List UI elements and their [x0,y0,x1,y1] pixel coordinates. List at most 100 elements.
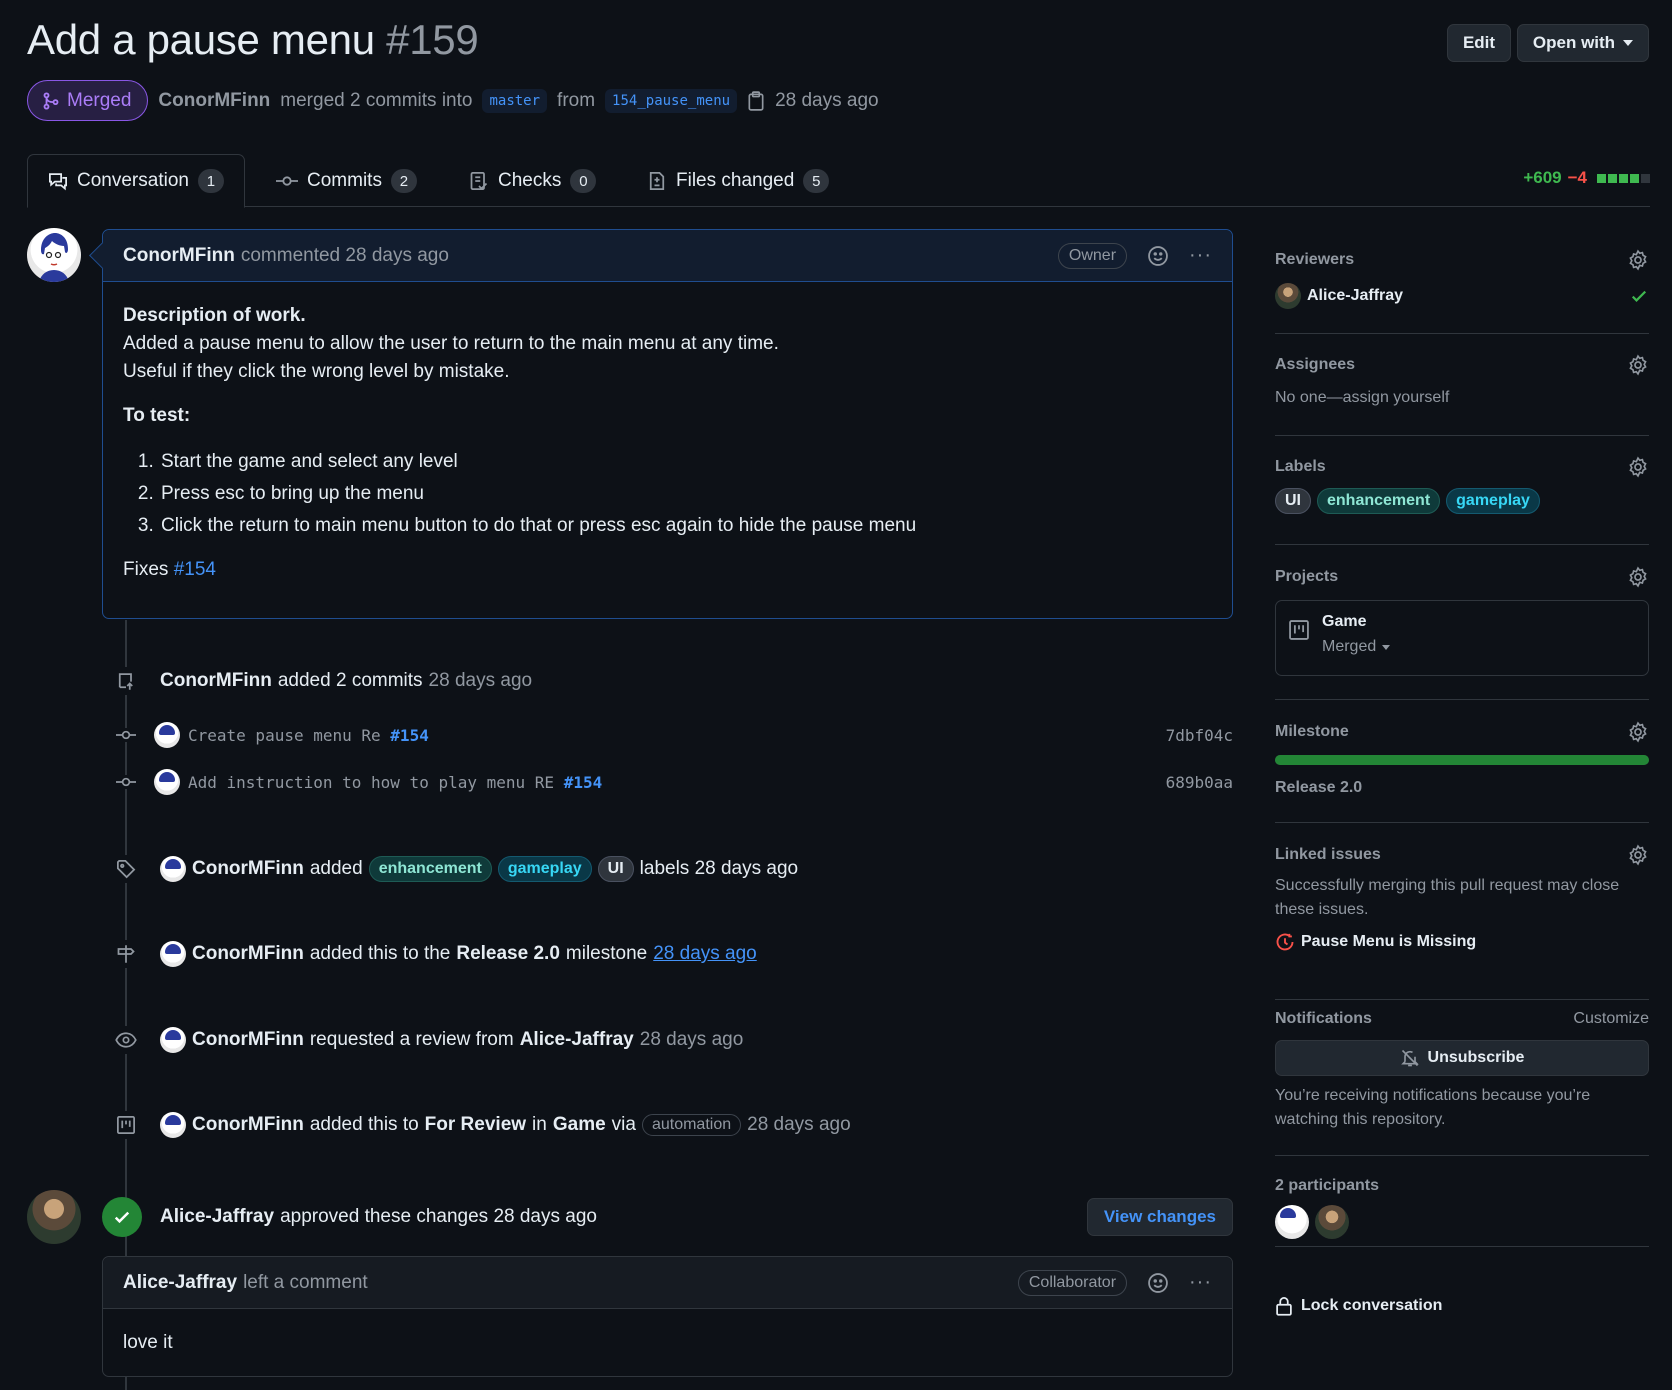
assignees-heading: Assignees [1275,356,1356,373]
customize-link[interactable]: Customize [1573,1010,1649,1028]
comment-author[interactable]: Alice-Jaffray [123,1272,237,1294]
base-branch[interactable]: master [482,88,548,113]
pr-title-text: Add a pause menu [27,16,375,63]
labels-header[interactable]: Labels [1275,456,1649,478]
milestone-section: Milestone Release 2.0 [1275,721,1649,823]
view-changes-button[interactable]: View changes [1086,1198,1233,1236]
list-item: Start the game and select any level [159,446,1212,478]
event-time-link[interactable]: 28 days ago [653,943,757,965]
avatar[interactable] [160,941,186,967]
gear-icon[interactable] [1627,456,1649,478]
reviewer-name[interactable]: Alice-Jaffray [1307,287,1403,305]
label-enhancement[interactable]: enhancement [368,856,492,882]
tab-commits[interactable]: Commits 2 [276,154,417,208]
comment-author[interactable]: ConorMFinn [123,245,235,267]
linked-issue[interactable]: Pause Menu is Missing [1275,932,1649,952]
smiley-icon[interactable] [1147,1272,1169,1294]
file-diff-icon [649,172,665,190]
commit-message[interactable]: Add instruction to how to play menu RE #… [188,773,1166,792]
pr-author-link[interactable]: ConorMFinn [158,90,270,112]
reviewers-header[interactable]: Reviewers [1275,249,1649,271]
avatar[interactable] [1315,1205,1349,1239]
labels-section: Labels UI enhancement gameplay [1275,456,1649,545]
linked-issue-title[interactable]: Pause Menu is Missing [1301,933,1476,951]
edit-button[interactable]: Edit [1447,24,1511,62]
gear-icon[interactable] [1627,721,1649,743]
head-branch[interactable]: 154_pause_menu [605,88,738,113]
milestone-name[interactable]: Release 2.0 [456,943,560,965]
unsubscribe-button[interactable]: Unsubscribe [1275,1040,1649,1076]
avatar[interactable] [1275,1205,1309,1239]
tab-checks[interactable]: Checks 0 [469,154,597,208]
label-enhancement[interactable]: enhancement [1317,488,1441,514]
labels-list: UI enhancement gameplay [1275,488,1649,514]
label-gameplay[interactable]: gameplay [497,856,592,882]
milestone-name[interactable]: Release 2.0 [1275,779,1649,797]
event-author[interactable]: ConorMFinn [160,670,272,692]
project-name[interactable]: Game [1322,613,1390,631]
review-request-event: ConorMFinn requested a review from Alice… [112,1026,743,1054]
approver-name[interactable]: Alice-Jaffray [160,1206,274,1228]
tab-conversation[interactable]: Conversation 1 [27,154,245,208]
linked-issues-header[interactable]: Linked issues [1275,844,1649,866]
assign-yourself-link[interactable]: No one—assign yourself [1275,386,1649,410]
milestone-progress-track [1275,755,1649,765]
avatar[interactable] [160,856,186,882]
event-author[interactable]: ConorMFinn [192,943,304,965]
chevron-down-icon [1623,40,1634,46]
project-card[interactable]: Game Merged [1275,600,1649,676]
gear-icon[interactable] [1627,844,1649,866]
copy-icon[interactable] [747,90,765,111]
notifications-heading: Notifications [1275,1010,1372,1027]
commit-row: Create pause menu Re #154 7dbf04c [112,722,1233,748]
gear-icon[interactable] [1627,354,1649,376]
fixes-issue-link[interactable]: #154 [174,559,216,580]
label-gameplay[interactable]: gameplay [1446,488,1540,514]
comment-header: Alice-Jaffray left a comment Collaborato… [103,1257,1232,1309]
description-line-2: Useful if they click the wrong level by … [123,361,510,382]
avatar[interactable] [154,722,180,748]
label-ui[interactable]: UI [1275,488,1311,514]
assignees-header[interactable]: Assignees [1275,354,1649,376]
avatar[interactable] [160,1027,186,1053]
kebab-horizontal-icon[interactable]: ··· [1189,244,1212,267]
pr-title: Add a pause menu #159 [27,16,479,64]
projects-header[interactable]: Projects [1275,566,1649,588]
project-column: For Review [424,1114,527,1135]
event-author[interactable]: ConorMFinn [192,1114,304,1136]
lock-conversation-link[interactable]: Lock conversation [1275,1296,1649,1316]
avatar[interactable] [1275,283,1301,309]
event-author[interactable]: ConorMFinn [192,1029,304,1051]
avatar[interactable] [154,769,180,795]
event-text: requested a review from [309,1029,514,1050]
tab-checks-count: 0 [570,169,597,193]
gear-icon[interactable] [1627,566,1649,588]
tab-files-label: Files changed [676,170,795,191]
kebab-horizontal-icon[interactable]: ··· [1189,1271,1212,1294]
commit-sha[interactable]: 689b0aa [1166,773,1233,792]
additions-count: +609 [1523,168,1562,187]
smiley-icon[interactable] [1147,245,1169,267]
event-text: added [309,858,363,879]
approval-text: approved these changes 28 days ago [280,1206,597,1227]
event-author[interactable]: ConorMFinn [192,858,304,880]
avatar[interactable] [27,228,81,282]
gear-icon[interactable] [1627,249,1649,271]
owner-badge: Owner [1057,242,1128,269]
project-name[interactable]: Game [553,1114,606,1136]
labels-added-event: ConorMFinn added enhancement gameplay UI… [112,855,798,883]
commit-sha[interactable]: 7dbf04c [1166,726,1233,745]
milestone-header[interactable]: Milestone [1275,721,1649,743]
avatar[interactable] [27,1190,81,1244]
commit-message[interactable]: Create pause menu Re #154 [188,726,1166,745]
reviewer-name[interactable]: Alice-Jaffray [520,1029,634,1051]
project-icon [1289,620,1309,640]
label-ui[interactable]: UI [597,856,634,882]
notifications-header: Notifications Customize [1275,1010,1649,1028]
tab-conversation-label: Conversation [77,170,189,191]
participants-heading: 2 participants [1275,1177,1380,1194]
avatar[interactable] [160,1112,186,1138]
open-with-button[interactable]: Open with [1517,24,1649,62]
project-status-dropdown[interactable]: Merged [1322,635,1391,659]
tab-files-changed[interactable]: Files changed 5 [647,154,830,208]
